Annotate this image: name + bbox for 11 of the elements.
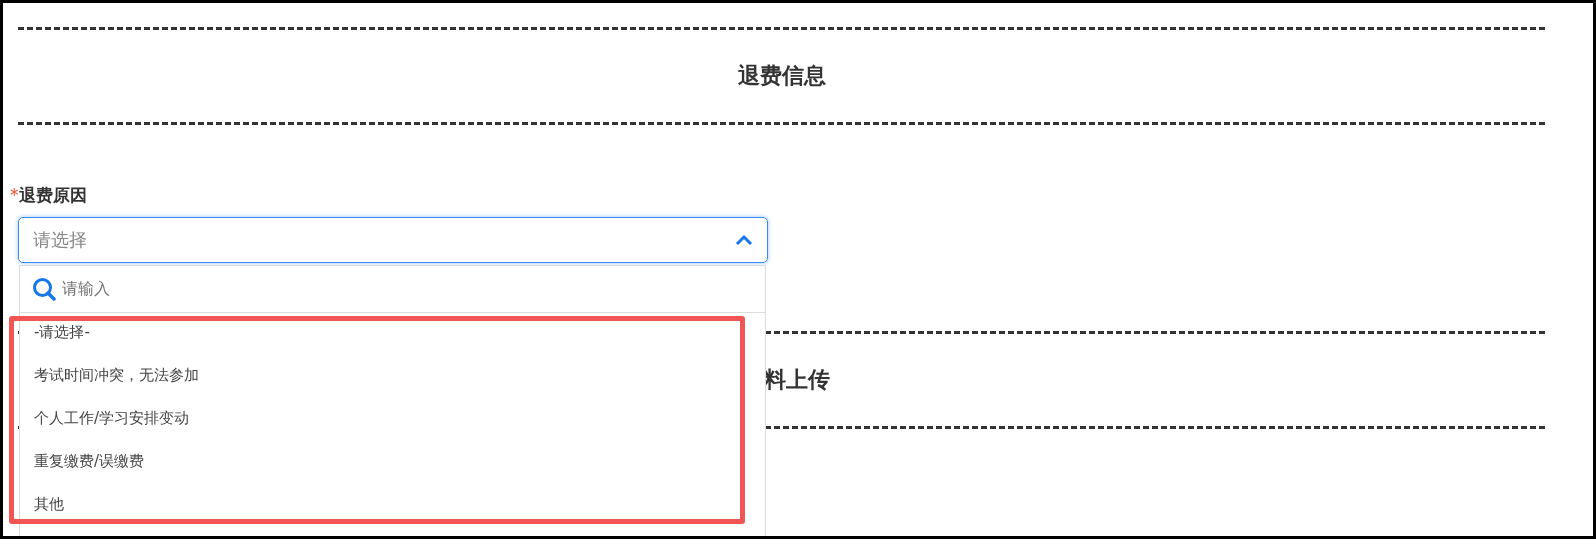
section-heading: 退费信息 [737,63,826,90]
field-label: 退费原因 [18,185,87,205]
dropdown-option[interactable]: 考试时间冲突，无法参加 [20,353,765,397]
dropdown-option[interactable]: 个人工作/学习安排变动 [20,396,765,440]
dropdown-option[interactable]: 其他 [20,482,765,526]
search-icon [32,276,56,301]
dropdown-option[interactable]: -请选择- [20,310,765,354]
dropdown-option[interactable]: 重复缴费/误缴费 [20,439,765,483]
required-mark: * [10,185,19,205]
chevron-up-icon [735,233,753,246]
select-field[interactable]: 请选择 [18,216,768,263]
